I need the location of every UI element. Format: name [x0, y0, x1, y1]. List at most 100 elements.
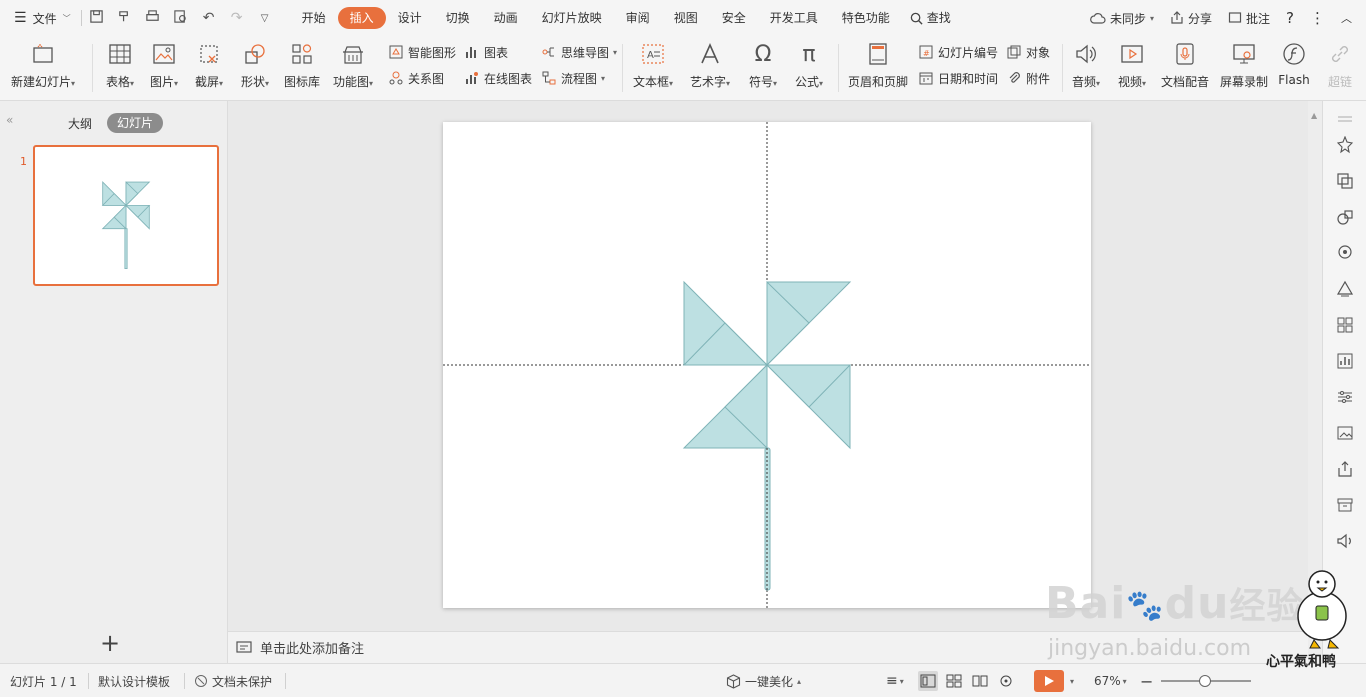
symbol-label: 符号 — [748, 75, 773, 89]
tab-transition[interactable]: 切换 — [434, 7, 482, 29]
caret-down-icon: ▾ — [369, 79, 374, 88]
caret-down-icon[interactable]: ▾ — [1070, 677, 1074, 686]
tab-outline[interactable]: 大纲 — [68, 115, 92, 132]
vertical-scrollbar[interactable]: ▲ ▼ — [1308, 101, 1322, 663]
tab-view[interactable]: 视图 — [662, 7, 710, 29]
customize-toolbar-icon[interactable]: ▽ — [256, 13, 274, 24]
share-button[interactable]: 分享 — [1170, 10, 1212, 27]
table-button[interactable]: 表格▾ — [102, 36, 138, 90]
smart-shape-button[interactable]: 智能图形 — [388, 42, 456, 62]
chart-icon[interactable] — [1335, 351, 1355, 371]
tab-animation[interactable]: 动画 — [482, 7, 530, 29]
zoom-out-icon[interactable]: − — [1140, 672, 1153, 691]
table-icon — [107, 41, 133, 67]
notes-toggle[interactable]: ≡ ▾ — [886, 664, 904, 697]
wordart-button[interactable]: 艺术字▾ — [687, 36, 733, 90]
video-button[interactable]: 视频▾ — [1112, 36, 1152, 90]
magic-wand-icon[interactable] — [1335, 135, 1355, 155]
smart-shape-icon — [388, 44, 404, 60]
online-chart-button[interactable]: 在线图表 — [464, 68, 532, 88]
fill-icon[interactable] — [1335, 279, 1355, 299]
collapse-panel-icon[interactable]: « — [6, 113, 13, 127]
new-slide-button[interactable]: 新建幻灯片▾ — [10, 36, 76, 90]
grid-icon[interactable] — [1335, 315, 1355, 335]
protection-status[interactable]: 文档未保护 — [194, 664, 272, 697]
slide-number-button[interactable]: # 幻灯片编号 — [918, 42, 998, 62]
more-icon[interactable]: ⋮ — [1310, 9, 1325, 27]
redo-icon[interactable]: ↷ — [228, 10, 246, 26]
scroll-down-icon[interactable]: ▼ — [1311, 631, 1317, 640]
layers-icon[interactable] — [1335, 171, 1355, 191]
mind-map-button[interactable]: 思维导图 ▾ — [541, 42, 617, 62]
symbol-button[interactable]: Ω 符号▾ — [745, 36, 781, 90]
slide-thumbnail[interactable] — [33, 145, 219, 286]
archive-icon[interactable] — [1335, 495, 1355, 515]
zoom-slider-knob[interactable] — [1199, 675, 1212, 687]
search-box[interactable]: 查找 — [902, 7, 959, 29]
date-time-button[interactable]: 日期和时间 — [918, 68, 998, 88]
sync-status[interactable]: 未同步 ▾ — [1090, 10, 1154, 27]
screenshot-button[interactable]: 截屏▾ — [191, 36, 227, 90]
formula-button[interactable]: π 公式▾ — [791, 36, 827, 90]
screen-record-button[interactable]: 屏幕录制 — [1218, 36, 1270, 90]
attachment-button[interactable]: 附件 — [1006, 68, 1050, 88]
undo-icon[interactable]: ↶ — [200, 10, 218, 26]
slide-editor[interactable] — [443, 122, 1091, 608]
notes-area[interactable]: 单击此处添加备注 — [228, 631, 1308, 663]
export-icon[interactable] — [1335, 459, 1355, 479]
shape-button[interactable]: 形状▾ — [237, 36, 273, 90]
add-slide-button[interactable]: + — [100, 629, 120, 657]
menu-lines-icon[interactable] — [1335, 109, 1355, 129]
tab-insert[interactable]: 插入 — [337, 7, 386, 29]
location-icon[interactable] — [1335, 243, 1355, 263]
tab-review[interactable]: 审阅 — [614, 7, 662, 29]
pinwheel-shape[interactable] — [682, 280, 852, 450]
image-icon[interactable] — [1335, 423, 1355, 443]
function-chart-button[interactable]: 功能图▾ — [330, 36, 376, 90]
format-painter-icon[interactable] — [116, 9, 134, 28]
tab-special[interactable]: 特色功能 — [830, 7, 902, 29]
template-name[interactable]: 默认设计模板 — [98, 664, 170, 697]
presenter-view-icon[interactable] — [996, 671, 1016, 691]
file-menu[interactable]: ☰ 文件 ﹀ — [0, 0, 71, 36]
help-icon[interactable]: ? — [1286, 9, 1294, 27]
flowchart-button[interactable]: 流程图 ▾ — [541, 68, 605, 88]
tab-design[interactable]: 设计 — [386, 7, 434, 29]
reading-view-icon[interactable] — [970, 671, 990, 691]
chart-button[interactable]: 图表 — [464, 42, 508, 62]
icon-library-button[interactable]: 图标库 — [283, 36, 321, 90]
hyperlink-button[interactable]: 超链 — [1322, 36, 1358, 90]
picture-button[interactable]: 图片▾ — [146, 36, 182, 90]
print-preview-icon[interactable] — [172, 9, 190, 28]
zoom-level[interactable]: 67% ▾ — [1094, 664, 1127, 697]
flash-button[interactable]: Flash — [1274, 36, 1314, 87]
shapes-icon[interactable] — [1335, 207, 1355, 227]
tab-slides[interactable]: 幻灯片 — [107, 113, 163, 133]
comment-button[interactable]: 批注 — [1228, 10, 1270, 27]
tab-home[interactable]: 开始 — [290, 7, 338, 29]
scroll-up-icon[interactable]: ▲ — [1311, 111, 1317, 120]
save-icon[interactable] — [88, 9, 106, 28]
sliders-icon[interactable] — [1335, 387, 1355, 407]
play-slideshow-button[interactable] — [1034, 670, 1064, 692]
relation-chart-button[interactable]: 关系图 — [388, 68, 444, 88]
print-icon[interactable] — [144, 9, 162, 28]
tab-slideshow[interactable]: 幻灯片放映 — [530, 7, 614, 29]
date-time-label: 日期和时间 — [938, 71, 999, 86]
notes-placeholder: 单击此处添加备注 — [260, 642, 365, 657]
slide-number-icon: # — [918, 44, 934, 60]
normal-view-icon[interactable] — [918, 671, 938, 691]
textbox-button[interactable]: A 文本框▾ — [630, 36, 676, 90]
sound-icon[interactable] — [1335, 531, 1355, 551]
object-button[interactable]: 对象 — [1006, 42, 1050, 62]
collapse-ribbon-icon[interactable]: ︿ — [1341, 10, 1352, 26]
sorter-view-icon[interactable] — [944, 671, 964, 691]
beautify-button[interactable]: 一键美化 ▴ — [726, 664, 801, 697]
doc-dub-button[interactable]: 文档配音 — [1159, 36, 1211, 90]
tab-security[interactable]: 安全 — [710, 7, 758, 29]
tab-developer[interactable]: 开发工具 — [758, 7, 830, 29]
zoom-slider[interactable] — [1161, 675, 1252, 687]
shield-icon — [195, 675, 207, 687]
audio-button[interactable]: 音频▾ — [1066, 36, 1106, 90]
header-footer-button[interactable]: 页眉和页脚 — [846, 36, 910, 90]
